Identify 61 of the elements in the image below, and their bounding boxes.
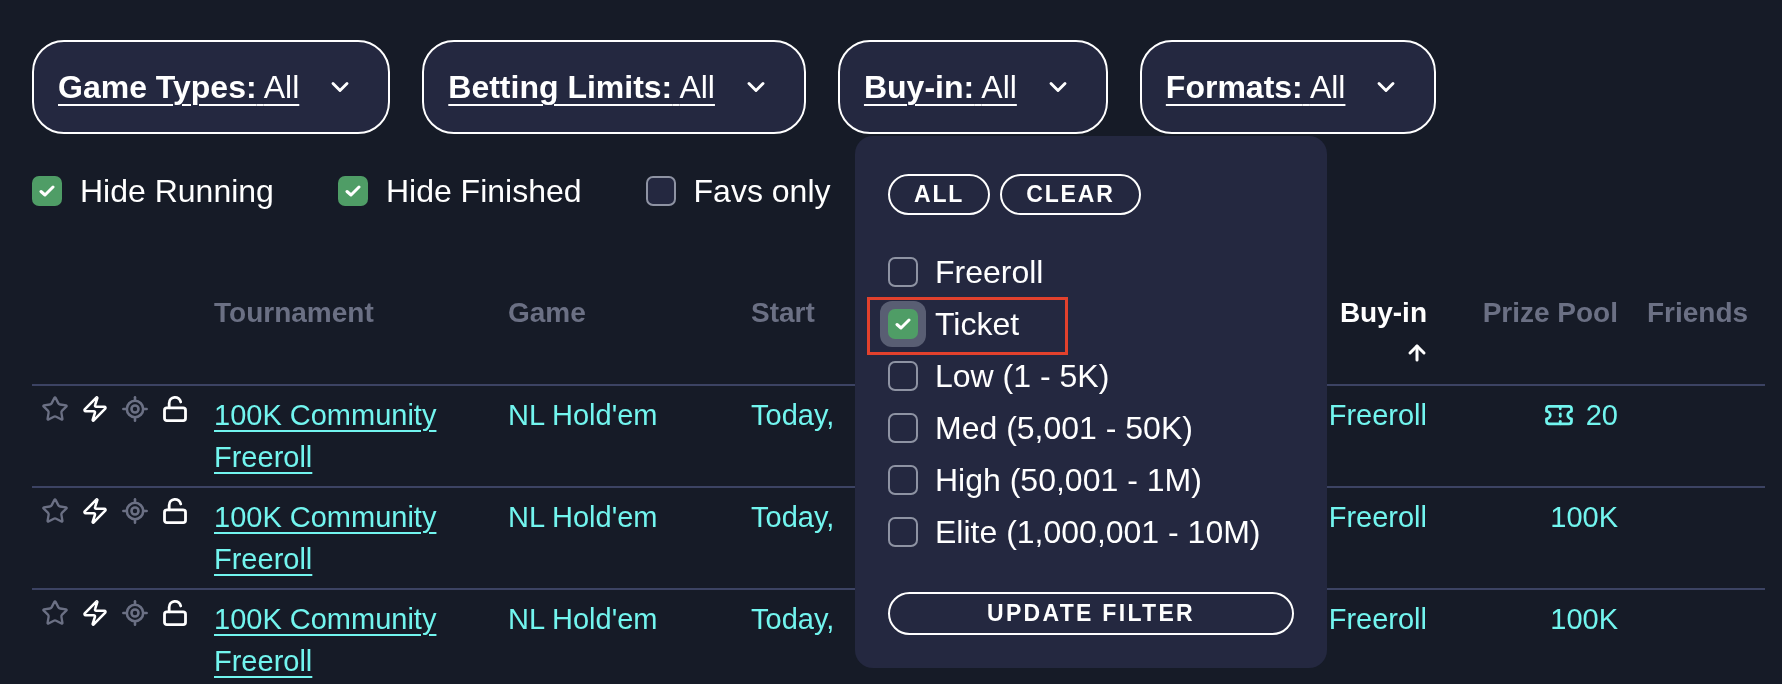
- option-label[interactable]: Low (1 - 5K): [935, 356, 1110, 396]
- checkbox-label[interactable]: Hide Finished: [385, 172, 582, 210]
- checkbox[interactable]: [337, 176, 368, 206]
- column-header[interactable]: Start: [751, 292, 815, 334]
- tournament-link[interactable]: 100K Community Freeroll: [214, 598, 488, 682]
- filter-button[interactable]: Game Types: All: [32, 40, 391, 134]
- table-cell-text: Freeroll: [1328, 602, 1427, 637]
- option-label[interactable]: Med (5,001 - 50K): [935, 408, 1193, 448]
- checkbox[interactable]: [888, 361, 918, 391]
- lightning-icon: [81, 395, 109, 423]
- column-header[interactable]: Friends: [1647, 292, 1749, 334]
- select-action-button[interactable]: CLEAR: [1000, 174, 1141, 215]
- target-icon: [121, 599, 149, 627]
- check-icon: [344, 185, 361, 197]
- table-cell-text: Freeroll: [1328, 398, 1427, 433]
- lightning-icon: [81, 497, 109, 525]
- tournament-link[interactable]: 100K Community Freeroll: [214, 394, 488, 478]
- table-cell-text: Freeroll: [1328, 500, 1427, 535]
- table-cell: Today,: [751, 501, 835, 533]
- padlock-icon: [161, 497, 189, 525]
- check-icon: [39, 185, 55, 197]
- table-cell: NL Hold'em: [508, 501, 658, 533]
- filter-button[interactable]: Buy-in: All: [837, 40, 1108, 134]
- update-filter-button[interactable]: UPDATE FILTER: [888, 592, 1294, 635]
- option-label[interactable]: Freeroll: [935, 252, 1044, 292]
- checkbox[interactable]: [645, 176, 676, 206]
- tournament-link[interactable]: 100K Community Freeroll: [214, 496, 488, 580]
- lightning-icon: [81, 599, 109, 627]
- checkbox-label[interactable]: Hide Running: [80, 172, 274, 210]
- filter-button[interactable]: Formats: All: [1139, 40, 1437, 134]
- checkbox[interactable]: [888, 517, 918, 547]
- star-icon[interactable]: [41, 497, 69, 525]
- filter-button[interactable]: Betting Limits: All: [422, 40, 806, 134]
- checkbox[interactable]: [888, 465, 918, 495]
- padlock-icon: [161, 395, 189, 423]
- checkbox[interactable]: [888, 257, 918, 287]
- select-action-button[interactable]: ALL: [888, 174, 991, 215]
- table-cell-text: 100K: [1550, 500, 1618, 535]
- check-icon: [895, 318, 911, 330]
- column-header[interactable]: Tournament: [214, 292, 374, 334]
- target-icon: [121, 497, 149, 525]
- column-header[interactable]: Game: [508, 292, 586, 334]
- star-icon[interactable]: [41, 395, 69, 423]
- table-cell: Today,: [751, 399, 835, 431]
- target-icon: [121, 395, 149, 423]
- table-cell-text: 20: [1585, 398, 1618, 433]
- option-label[interactable]: High (50,001 - 1M): [935, 460, 1202, 500]
- column-header[interactable]: Buy-in: [1339, 292, 1427, 365]
- table-cell: NL Hold'em: [508, 399, 658, 431]
- checkbox[interactable]: [32, 176, 62, 206]
- column-header[interactable]: Prize Pool: [1482, 292, 1618, 334]
- table-cell: NL Hold'em: [508, 603, 658, 635]
- table-cell-text: 100K: [1550, 602, 1618, 637]
- option-label[interactable]: Elite (1,000,001 - 10M): [935, 512, 1261, 552]
- checkbox[interactable]: [888, 413, 918, 443]
- option-label[interactable]: Ticket: [935, 304, 1020, 344]
- padlock-icon: [161, 599, 189, 627]
- table-cell: Today,: [751, 603, 835, 635]
- checkbox[interactable]: [880, 301, 926, 347]
- checkbox-label[interactable]: Favs only: [693, 172, 831, 210]
- star-icon[interactable]: [41, 599, 69, 627]
